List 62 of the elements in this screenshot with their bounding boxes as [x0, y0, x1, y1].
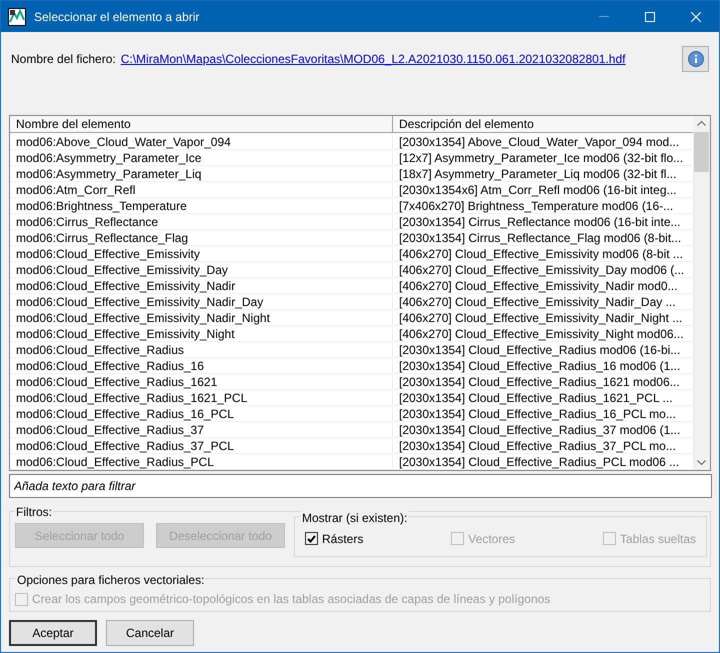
table-cell[interactable]: [406x270] Cloud_Effective_Emissivity_Nadir_Day ... — [393, 294, 693, 310]
window-title: Seleccionar el elemento a abrir — [34, 8, 200, 26]
table-cell[interactable]: mod06:Cloud_Effective_Radius_16_PCL — [10, 406, 393, 422]
table-cell[interactable]: [2030x1354] Cloud_Effective_Radius_37 mod06 (1... — [393, 422, 693, 438]
scrollbar[interactable] — [693, 116, 710, 470]
app-logo-icon — [8, 8, 26, 26]
dialog-button[interactable]: Cancelar — [106, 620, 194, 646]
table-cell[interactable]: [2030x1354] Cirrus_Reflectance mod06 (16-bit inte... — [393, 214, 693, 230]
scroll-thumb[interactable] — [694, 132, 709, 172]
table-cell[interactable]: mod06:Cloud_Effective_Radius_37_PCL — [10, 438, 393, 454]
table-cell[interactable]: [12x7] Asymmetry_Parameter_Ice mod06 (32-bit flo... — [393, 150, 693, 166]
table-cell[interactable]: mod06:Cloud_Effective_Radius_1621 — [10, 374, 393, 390]
table-cell[interactable]: [2030x1354] Cirrus_Reflectance_Flag mod06 (8-bit... — [393, 230, 693, 246]
close-icon — [691, 12, 701, 22]
table-cell[interactable]: [2030x1354] Cloud_Effective_Radius_16 mod06 (1... — [393, 358, 693, 374]
table-cell[interactable]: [406x270] Cloud_Effective_Emissivity_Day mod06 (... — [393, 262, 693, 278]
table-cell[interactable]: mod06:Above_Cloud_Water_Vapor_094 — [10, 134, 393, 150]
table-cell[interactable]: mod06:Cloud_Effective_Radius_16 — [10, 358, 393, 374]
column-header[interactable]: Descripción del elemento — [393, 116, 693, 133]
file-label: Nombre del fichero: — [11, 51, 116, 68]
table-cell[interactable]: mod06:Cloud_Effective_Emissivity_Nadir_Day — [10, 294, 393, 310]
file-path-link[interactable]: C:\MiraMon\Mapas\ColeccionesFavoritas\MOD06_L2.A2021030.1150.061.2021032082801.hdf — [120, 50, 626, 68]
table-cell[interactable]: mod06:Cirrus_Reflectance_Flag — [10, 230, 393, 246]
table-cell[interactable]: [2030x1354x6] Atm_Corr_Refl mod06 (16-bit integ... — [393, 182, 693, 198]
table-cell[interactable]: mod06:Cloud_Effective_Radius_PCL — [10, 454, 393, 470]
table-cell[interactable]: mod06:Cloud_Effective_Emissivity_Night — [10, 326, 393, 342]
table-cell[interactable]: [2030x1354] Above_Cloud_Water_Vapor_094 mod... — [393, 134, 693, 150]
scroll-up-icon — [697, 121, 706, 126]
table-cell[interactable]: [2030x1354] Cloud_Effective_Radius mod06 (16-bi... — [393, 342, 693, 358]
table-cell[interactable]: mod06:Cloud_Effective_Radius — [10, 342, 393, 358]
table-cell[interactable]: mod06:Cloud_Effective_Emissivity_Nadir — [10, 278, 393, 294]
table-cell[interactable]: mod06:Cloud_Effective_Emissivity_Day — [10, 262, 393, 278]
minimize-icon — [599, 16, 609, 17]
column-header[interactable]: Nombre del elemento — [10, 116, 393, 133]
group-title: Mostrar (si existen): — [301, 509, 408, 527]
table-cell[interactable]: mod06:Atm_Corr_Refl — [10, 182, 393, 198]
info-icon — [688, 51, 704, 67]
dialog-button[interactable]: Aceptar — [9, 620, 97, 646]
table-cell[interactable]: [406x270] Cloud_Effective_Emissivity_Nadir_Night ... — [393, 310, 693, 326]
maximize-icon — [645, 12, 655, 22]
table-cell[interactable]: mod06:Brightness_Temperature — [10, 198, 393, 214]
table-cell[interactable]: [2030x1354] Cloud_Effective_Radius_16_PCL mo... — [393, 406, 693, 422]
table-cell[interactable]: [2030x1354] Cloud_Effective_Radius_1621_PCL ... — [393, 390, 693, 406]
checkbox[interactable]: Rásters — [305, 530, 364, 548]
table-cell[interactable]: mod06:Asymmetry_Parameter_Ice — [10, 150, 393, 166]
scroll-down-icon — [697, 460, 706, 465]
table-cell[interactable]: mod06:Cloud_Effective_Radius_37 — [10, 422, 393, 438]
table-cell[interactable]: [7x406x270] Brightness_Temperature mod06 (16-... — [393, 198, 693, 214]
table-cell[interactable]: mod06:Cloud_Effective_Emissivity_Nadir_Night — [10, 310, 393, 326]
table-cell[interactable]: [406x270] Cloud_Effective_Emissivity_Night mod06... — [393, 326, 693, 342]
table-cell[interactable]: [406x270] Cloud_Effective_Emissivity mod06 (8-bit ... — [393, 246, 693, 262]
table-cell[interactable]: [2030x1354] Cloud_Effective_Radius_1621 mod06... — [393, 374, 693, 390]
table-cell[interactable]: mod06:Cloud_Effective_Emissivity — [10, 246, 393, 262]
table-cell[interactable]: [2030x1354] Cloud_Effective_Radius_PCL mod06 ... — [393, 454, 693, 470]
checkmark-icon — [307, 534, 316, 542]
table-cell[interactable]: [2030x1354] Cloud_Effective_Radius_37_PCL mo... — [393, 438, 693, 454]
table-cell[interactable]: [18x7] Asymmetry_Parameter_Liq mod06 (32-bit fl... — [393, 166, 693, 182]
table-cell[interactable]: mod06:Cloud_Effective_Radius_1621_PCL — [10, 390, 393, 406]
table-cell[interactable]: mod06:Asymmetry_Parameter_Liq — [10, 166, 393, 182]
table-cell[interactable]: mod06:Cirrus_Reflectance — [10, 214, 393, 230]
table-cell[interactable]: [406x270] Cloud_Effective_Emissivity_Nadir mod0... — [393, 278, 693, 294]
info-button[interactable] — [682, 46, 709, 72]
